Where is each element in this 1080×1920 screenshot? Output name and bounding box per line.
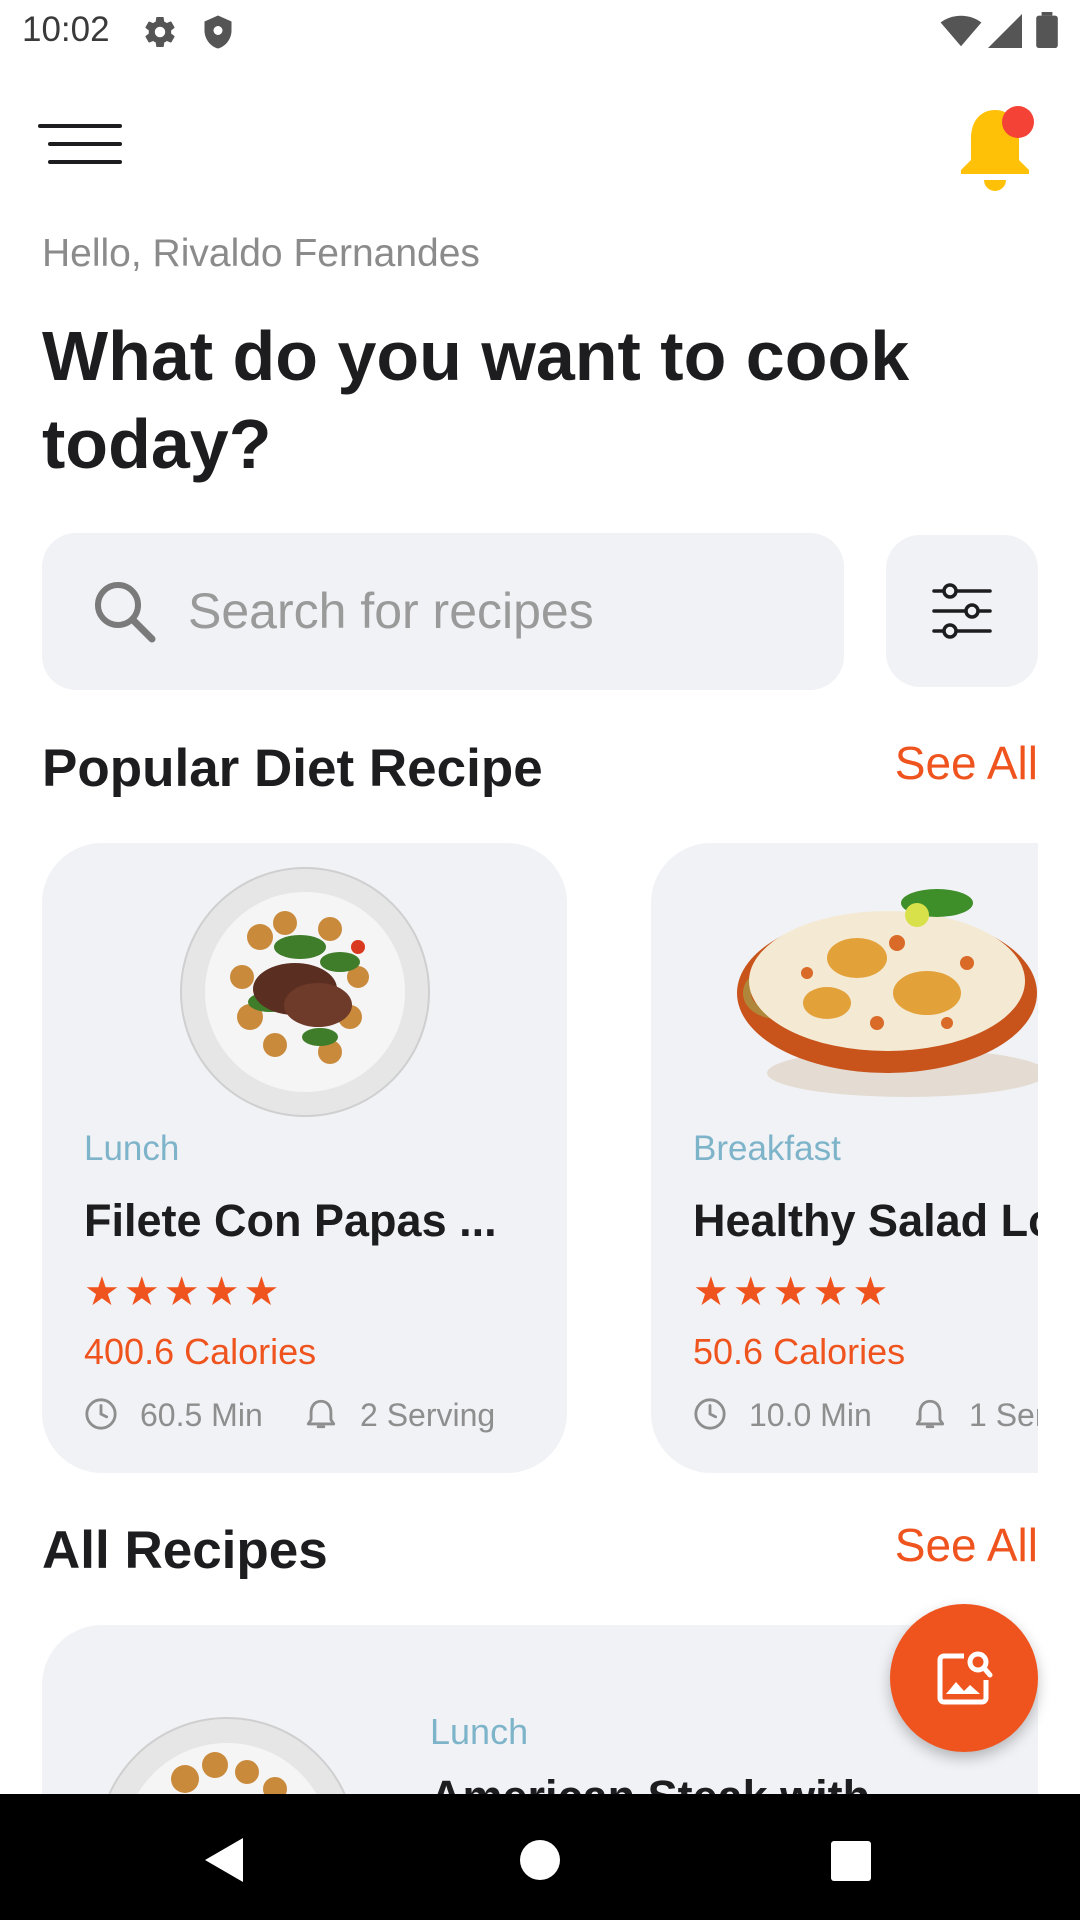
search-input[interactable]: [188, 563, 808, 659]
search-icon: [90, 577, 160, 652]
clock-icon: [694, 1398, 726, 1430]
status-bar: 10:02: [0, 0, 1080, 62]
recipe-category: Breakfast: [693, 1129, 841, 1168]
back-button[interactable]: [195, 1830, 255, 1890]
recents-button[interactable]: [820, 1830, 880, 1890]
recipe-title: Filete Con Papas ...: [84, 1195, 497, 1246]
servings-text: 2 Serving: [360, 1397, 496, 1433]
recipe-calories: 400.6 Calories: [84, 1331, 317, 1372]
search-bar[interactable]: [42, 533, 844, 690]
serving-bell-icon: [915, 1399, 945, 1429]
filter-sliders-icon: [932, 581, 992, 646]
cook-time-text: 60.5 Min: [140, 1397, 263, 1433]
recipe-category: Lunch: [84, 1129, 180, 1168]
home-button[interactable]: [510, 1830, 570, 1890]
menu-button[interactable]: [38, 120, 128, 170]
recipe-image: [180, 867, 430, 1122]
rating-stars: ★★★★★: [84, 1270, 284, 1314]
recipe-image: [737, 863, 1038, 1118]
scan-recipe-fab[interactable]: [890, 1604, 1038, 1752]
recipe-category: Lunch: [430, 1711, 529, 1752]
filter-button[interactable]: [886, 535, 1038, 687]
rating-stars: ★★★★★: [693, 1270, 893, 1314]
all-recipes-see-all-link[interactable]: See All: [895, 1518, 1038, 1572]
popular-recipes-carousel[interactable]: Lunch Filete Con Papas ... ★★★★★ 400.6 C…: [42, 843, 1038, 1473]
all-recipes-section-title: All Recipes: [42, 1521, 328, 1580]
hamburger-icon: [38, 124, 128, 174]
notifications-button[interactable]: [950, 100, 1040, 200]
recents-icon: [820, 1841, 880, 1894]
recipe-card[interactable]: Lunch Filete Con Papas ... ★★★★★ 400.6 C…: [42, 843, 567, 1473]
signal-icon: [988, 14, 1022, 53]
recipe-title: Healthy Salad Lo: [693, 1195, 1038, 1246]
page-title: What do you want to cook today?: [42, 317, 910, 483]
cook-time-text: 10.0 Min: [749, 1397, 872, 1433]
system-nav-bar: [0, 1794, 1080, 1920]
shield-icon: [200, 14, 236, 55]
popular-see-all-link[interactable]: See All: [895, 736, 1038, 790]
back-icon: [195, 1838, 255, 1894]
serving-bell-icon: [306, 1399, 336, 1429]
recipe-calories: 50.6 Calories: [693, 1331, 906, 1372]
recipe-card[interactable]: Breakfast Healthy Salad Lo ★★★★★ 50.6 Ca…: [651, 843, 1038, 1473]
clock-icon: [85, 1398, 117, 1430]
battery-icon: [1036, 12, 1058, 53]
greeting-text: Hello, Rivaldo Fernandes: [42, 232, 480, 275]
bell-icon: [950, 106, 1040, 204]
popular-section-title: Popular Diet Recipe: [42, 739, 543, 798]
servings-text: 1 Serv: [969, 1397, 1038, 1433]
status-time: 10:02: [22, 10, 110, 49]
gear-icon: [142, 14, 178, 55]
notification-dot: [1002, 106, 1034, 138]
wifi-icon: [940, 14, 982, 53]
home-icon: [510, 1840, 570, 1894]
